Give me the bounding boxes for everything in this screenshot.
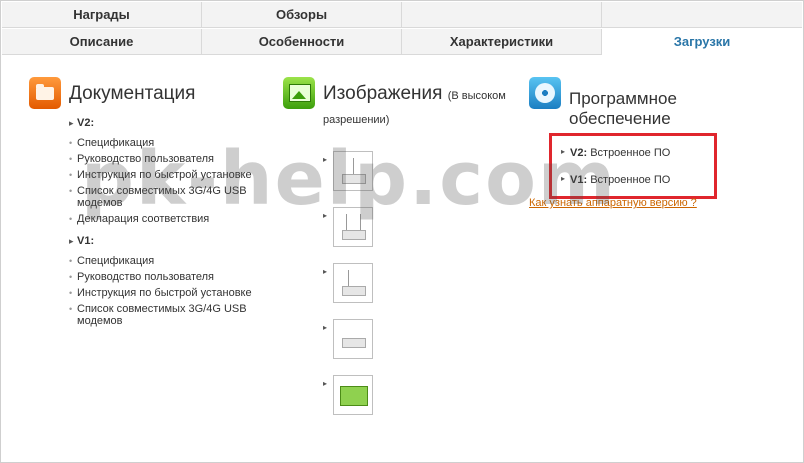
router-thumbnail-1[interactable] (333, 151, 373, 191)
doc-link-v1-modem-list[interactable]: Список совместимых 3G/4G USB модемов (69, 303, 269, 327)
router-thumbnail-3[interactable] (333, 263, 373, 303)
tab-awards[interactable]: Награды (2, 2, 202, 28)
firmware-link-v1[interactable]: V1: Встроенное ПО (561, 174, 670, 186)
firmware-link-v2[interactable]: V2: Встроенное ПО (561, 147, 670, 159)
image-thumbnails: ▸ ▸ ▸ ▸ ▸ (323, 151, 513, 427)
doc-link-v2-modem-list[interactable]: Список совместимых 3G/4G USB модемов (69, 185, 269, 209)
tab-row-bottom: Описание Особенности Характеристики Загр… (2, 29, 802, 55)
tab-row-top: Награды Обзоры (2, 2, 802, 28)
doc-link-v1-quick-install[interactable]: Инструкция по быстрой установке (69, 287, 269, 299)
firmware-title: Программное обеспечение (569, 89, 677, 128)
images-section: Изображения (В высоком разрешении) ▸ ▸ ▸… (283, 73, 513, 431)
images-title-text: Изображения (323, 83, 443, 104)
package-thumbnail[interactable] (333, 375, 373, 415)
tab-features[interactable]: Особенности (202, 29, 402, 55)
image-icon (283, 77, 315, 109)
tab-reviews[interactable]: Обзоры (202, 2, 402, 28)
router-thumbnail-4[interactable] (333, 319, 373, 359)
doc-version-v1: V1: (69, 235, 269, 247)
documentation-section: Документация V2: Спецификация Руководств… (29, 73, 269, 331)
tab-downloads[interactable]: Загрузки (602, 29, 802, 55)
tab-empty-1 (402, 2, 602, 28)
tab-specifications[interactable]: Характеристики (402, 29, 602, 55)
documentation-title: Документация (69, 83, 196, 104)
firmware-section: Программное обеспечение V2: Встроенное П… (529, 73, 789, 209)
doc-link-v2-quick-install[interactable]: Инструкция по быстрой установке (69, 169, 269, 181)
folder-icon (29, 77, 61, 109)
documentation-list: V2: Спецификация Руководство пользовател… (69, 117, 269, 327)
doc-link-v2-declaration[interactable]: Декларация соответствия (69, 213, 269, 225)
doc-link-v1-user-guide[interactable]: Руководство пользователя (69, 271, 269, 283)
router-thumbnail-2[interactable] (333, 207, 373, 247)
doc-link-v2-spec[interactable]: Спецификация (69, 137, 269, 149)
cd-icon (529, 77, 561, 109)
firmware-highlight-box: V2: Встроенное ПО V1: Встроенное ПО (549, 133, 717, 199)
doc-link-v1-spec[interactable]: Спецификация (69, 255, 269, 267)
hardware-version-help-link[interactable]: Как узнать аппаратную версию ? (529, 197, 697, 209)
downloads-panel: Награды Обзоры Описание Особенности Хара… (0, 0, 804, 463)
doc-link-v2-user-guide[interactable]: Руководство пользователя (69, 153, 269, 165)
tab-empty-2 (602, 2, 802, 28)
images-title: Изображения (В высоком разрешении) (323, 73, 513, 131)
doc-version-v2: V2: (69, 117, 269, 129)
tab-description[interactable]: Описание (2, 29, 202, 55)
